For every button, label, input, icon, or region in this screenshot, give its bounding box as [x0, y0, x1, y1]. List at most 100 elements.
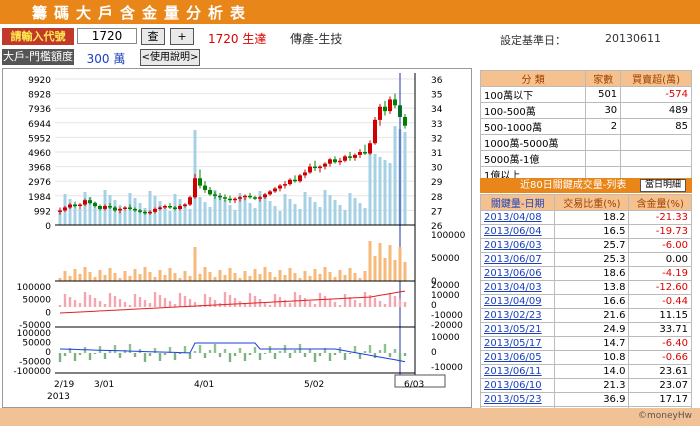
key-date-link[interactable]: 2013/06/06: [479, 266, 556, 281]
add-button[interactable]: +: [170, 28, 194, 45]
osc2-bar: [278, 351, 282, 353]
key-date-text[interactable]: 2013/06/04: [484, 226, 542, 237]
key-date-text[interactable]: 2013/06/07: [484, 254, 542, 265]
key-date-text[interactable]: 2013/04/08: [484, 212, 542, 223]
volume-bar: [223, 275, 227, 281]
holder-table: 分 類 家數 買賣超(萬) 100萬以下 501 -574 100-500萬 30 489…: [479, 70, 692, 183]
search-button[interactable]: 查: [141, 28, 165, 45]
candle-body: [203, 185, 207, 190]
key-date-text[interactable]: 2013/05/23: [484, 394, 542, 405]
volume-bar: [193, 247, 197, 281]
osc1-bar: [153, 292, 157, 307]
day-detail-button[interactable]: 當日明細: [639, 179, 686, 192]
key-row: 2013/06/06 18.6 -4.19: [479, 266, 692, 281]
key-date-text[interactable]: 2013/04/09: [484, 296, 542, 307]
osc1-right-tick: -10000: [431, 311, 463, 321]
key-date-link[interactable]: 2013/05/23: [479, 392, 556, 407]
osc2-bar: [133, 353, 137, 357]
osc2-bar: [98, 346, 102, 353]
secondary-bar: [378, 157, 382, 225]
key-date-link[interactable]: 2013/06/11: [479, 364, 556, 379]
osc2-bar: [108, 351, 112, 353]
y-right-tick: 29: [431, 178, 443, 188]
secondary-bar: [328, 195, 332, 225]
volume-bar: [188, 276, 192, 281]
y-left-tick: 6944: [28, 120, 51, 130]
key-date-text[interactable]: 2013/06/06: [484, 268, 542, 279]
holder-header-count: 家數: [585, 70, 622, 87]
secondary-bar: [113, 200, 117, 225]
holder-net: -574: [620, 86, 692, 103]
key-date-text[interactable]: 2013/06/03: [484, 240, 542, 251]
osc2-right-tick: 10000: [431, 333, 460, 343]
key-date-text[interactable]: 2013/04/03: [484, 282, 542, 293]
key-date-link[interactable]: 2013/04/09: [479, 294, 556, 309]
key-ratio: 25.3: [554, 252, 630, 267]
x-tick: 6/03: [404, 380, 424, 390]
secondary-bar: [363, 208, 367, 225]
key-date-link[interactable]: 2013/04/03: [479, 280, 556, 295]
secondary-bar: [283, 194, 287, 225]
key-date-link[interactable]: 2013/06/10: [479, 378, 556, 393]
key-gold: 23.07: [628, 378, 692, 393]
key-date-link[interactable]: 2013/06/05: [479, 350, 556, 365]
key-row: 2013/06/07 25.3 0.00: [479, 252, 692, 267]
code-label: 請輸入代號: [2, 28, 74, 45]
secondary-bar: [298, 209, 302, 225]
osc1-bar: [253, 296, 257, 307]
osc1-bar: [213, 300, 217, 307]
candle-body: [338, 160, 342, 163]
candle-body: [228, 198, 232, 201]
key-date-link[interactable]: 2013/02/23: [479, 308, 556, 323]
help-button[interactable]: <使用說明>: [140, 49, 200, 66]
key-date-text[interactable]: 2013/06/05: [484, 352, 542, 363]
candle-body: [158, 207, 162, 209]
volume-bar: [68, 276, 72, 281]
key-date-link[interactable]: 2013/05/21: [479, 322, 556, 337]
key-date-text[interactable]: 2013/05/21: [484, 324, 542, 335]
osc1-bar: [313, 304, 317, 307]
candle-body: [183, 204, 187, 207]
candle-body: [88, 200, 92, 204]
volume-bar: [228, 268, 232, 281]
volume-bar: [288, 268, 292, 281]
osc2-bar: [228, 353, 232, 362]
candle-body: [268, 191, 272, 195]
osc2-bar: [128, 344, 132, 353]
key-header-date: 關鍵量-日期: [479, 194, 556, 211]
key-date-text[interactable]: 2013/05/17: [484, 338, 542, 349]
volume-bar: [153, 277, 157, 281]
osc2-bar: [313, 353, 317, 362]
holder-net: 489: [620, 102, 692, 119]
x-tick: 2/19: [54, 380, 74, 390]
candle-body: [263, 194, 267, 198]
key-date-link[interactable]: 2013/05/17: [479, 336, 556, 351]
key-date-link[interactable]: 2013/06/04: [479, 224, 556, 239]
holder-count: 501: [585, 86, 622, 103]
volume-bar: [123, 271, 127, 281]
threshold-value: 300 萬: [86, 52, 126, 66]
key-date-text[interactable]: 2013/06/11: [484, 366, 542, 377]
key-date-link[interactable]: 2013/06/07: [479, 252, 556, 267]
key-date-link[interactable]: 2013/04/08: [479, 210, 556, 225]
osc2-bar: [183, 346, 187, 353]
candle-body: [273, 188, 277, 192]
osc1-bar: [158, 295, 162, 307]
base-date-value: 20130611: [605, 32, 661, 45]
key-gold: -4.19: [628, 266, 692, 281]
key-table-header: 關鍵量-日期 交易比重(%) 含金量(%): [479, 194, 692, 211]
volume-bar: [198, 274, 202, 281]
secondary-bar: [78, 209, 82, 225]
volume-bar: [88, 272, 92, 281]
osc2-bar: [148, 353, 152, 356]
key-date-text[interactable]: 2013/02/23: [484, 310, 542, 321]
volume-bar: [98, 270, 102, 281]
candle-body: [73, 204, 77, 207]
secondary-bar: [178, 199, 182, 225]
osc1-bar: [353, 300, 357, 307]
key-date-text[interactable]: 2013/06/10: [484, 380, 542, 391]
key-row: 2013/06/05 10.8 -0.66: [479, 350, 692, 365]
key-date-link[interactable]: 2013/06/03: [479, 238, 556, 253]
stock-code-input[interactable]: [77, 28, 137, 44]
osc1-bar: [103, 304, 107, 307]
